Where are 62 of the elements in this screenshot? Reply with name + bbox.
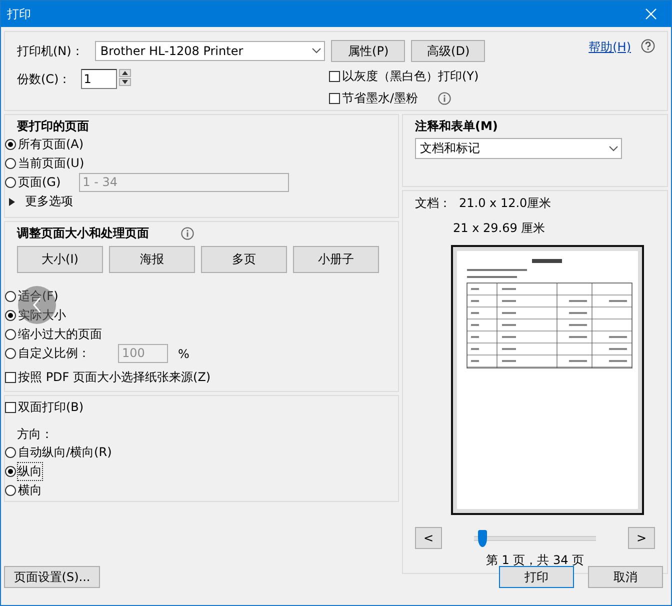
printer-button[interactable]: 高级(D): [411, 40, 486, 62]
radio-label: 纵向: [18, 463, 42, 480]
more-options-toggle[interactable]: 更多选项: [9, 192, 386, 211]
expand-triangle-icon[interactable]: [9, 198, 15, 206]
spin-up-icon[interactable]: [118, 69, 131, 77]
radio-button[interactable]: [5, 177, 16, 188]
radio-button[interactable]: [5, 447, 16, 458]
section-title: 注释和表单(M): [415, 118, 498, 135]
radio-button[interactable]: [5, 329, 16, 340]
help-icon[interactable]: [641, 39, 655, 53]
checkbox[interactable]: [329, 93, 340, 104]
radio-label: 所有页面(A): [18, 136, 84, 153]
next-page-button[interactable]: >: [628, 527, 655, 549]
page-info: 第 1 页，共 34 页: [484, 552, 586, 569]
copies-label: 份数(C)：: [17, 70, 71, 88]
checkbox[interactable]: [329, 71, 340, 82]
printer-dropdown[interactable]: Brother HL-1208 Printer: [95, 41, 326, 61]
sizing-tab[interactable]: 海报: [109, 246, 195, 273]
radio-label: 当前页面(U): [18, 155, 84, 172]
copies-field[interactable]: 1: [80, 69, 117, 89]
checkbox[interactable]: [5, 372, 16, 383]
sizing-tab[interactable]: 多页: [201, 246, 287, 273]
option-label: 双面打印(B): [18, 399, 84, 416]
section-title: 调整页面大小和处理页面: [17, 225, 149, 242]
printer-button[interactable]: 属性(P): [331, 40, 406, 62]
orientation-label: 方向：: [17, 426, 53, 443]
paper-size: 21 x 29.69 厘米: [453, 220, 546, 237]
info-icon: [181, 227, 194, 240]
printer-label: 打印机(N)：: [17, 42, 84, 60]
cancel-button[interactable]: 取消: [588, 566, 663, 588]
radio-label: 自动纵向/横向(R): [18, 444, 112, 461]
percent-label: %: [178, 346, 190, 360]
previous-page-button[interactable]: <: [415, 527, 442, 549]
option-label: 以灰度（黑白色）打印(Y): [342, 68, 479, 85]
info-icon: [438, 92, 452, 105]
radio-label: 横向: [18, 482, 42, 499]
radio-button[interactable]: [5, 310, 16, 321]
option-label: 按照 PDF 页面大小选择纸张来源(Z): [18, 369, 211, 386]
section-title: 要打印的页面: [17, 118, 89, 135]
radio-label: 页面(G): [18, 174, 61, 191]
radio-button[interactable]: [5, 348, 16, 359]
radio-button[interactable]: [5, 139, 16, 150]
window-title: 打印: [7, 6, 31, 22]
document-size: 21.0 x 12.0厘米: [459, 195, 552, 212]
annotations-dropdown[interactable]: 文档和标记: [415, 138, 622, 159]
document-label: 文档：: [415, 195, 451, 212]
option-label: 节省墨水/墨粉: [342, 90, 418, 107]
help-link[interactable]: 帮助(H): [588, 39, 631, 56]
print-button[interactable]: 打印: [499, 566, 574, 588]
sizing-tab[interactable]: 大小(I): [17, 246, 103, 273]
radio-label: 缩小过大的页面: [18, 326, 102, 343]
radio-button[interactable]: [5, 485, 16, 496]
sizing-tab[interactable]: 小册子: [293, 246, 379, 273]
spin-down-icon[interactable]: [118, 78, 131, 86]
radio-button[interactable]: [5, 158, 16, 169]
checkbox[interactable]: [5, 402, 16, 413]
radio-button[interactable]: [5, 291, 16, 302]
page-setup-button[interactable]: 页面设置(S)...: [4, 566, 100, 588]
radio-button[interactable]: [5, 466, 16, 477]
radio-label: 自定义比例：: [18, 345, 90, 362]
close-icon[interactable]: [645, 8, 657, 20]
slider-thumb[interactable]: [478, 530, 487, 546]
